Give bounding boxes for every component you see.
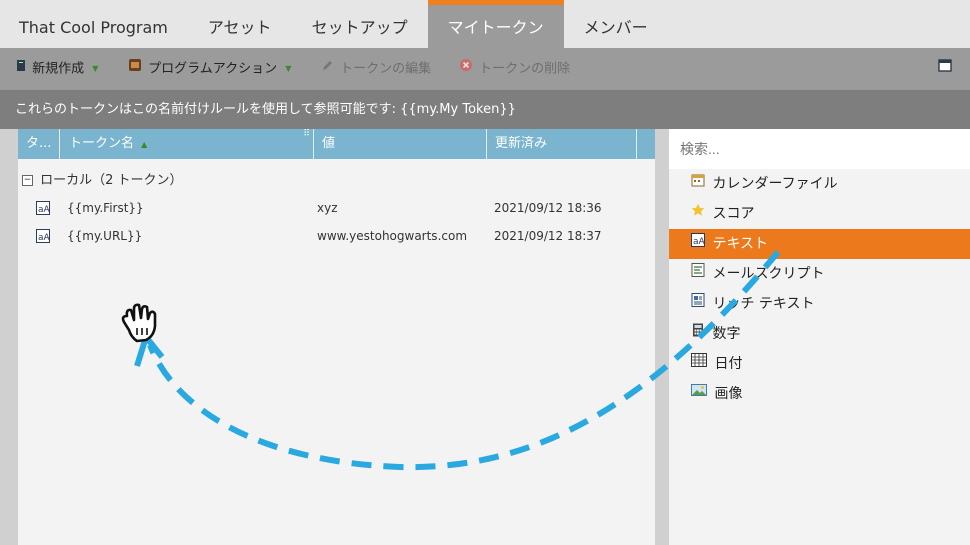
- program-action-label: プログラムアクション: [148, 61, 278, 77]
- palette-item-image[interactable]: 画像: [669, 379, 970, 409]
- column-token-name[interactable]: トークン名 ▲ ⠿: [60, 129, 314, 159]
- token-name: {{my.First}}: [67, 201, 144, 215]
- group-label: ローカル（2 トークン）: [40, 173, 183, 188]
- palette-item-label: 画像: [714, 386, 743, 402]
- palette-item-label: リッチ テキスト: [712, 296, 815, 312]
- svg-text:aA: aA: [693, 237, 705, 247]
- dropdown-arrow-icon: ▼: [92, 64, 99, 73]
- table-row[interactable]: aA {{my.URL}} www.yestohogwarts.com 2021…: [18, 222, 655, 250]
- new-button-label: 新規作成: [32, 61, 85, 77]
- token-updated: 2021/09/12 18:37: [494, 229, 602, 243]
- column-type[interactable]: タ...: [18, 129, 60, 159]
- calculator-icon: [691, 318, 705, 348]
- window-icon: [938, 48, 952, 90]
- token-name: {{my.URL}}: [67, 229, 143, 243]
- token-updated: 2021/09/12 18:36: [494, 201, 602, 215]
- svg-text:aA: aA: [38, 205, 50, 215]
- edit-token-label: トークンの編集: [340, 61, 432, 77]
- tab-my-tokens[interactable]: マイトークン: [427, 0, 564, 48]
- tab-setup[interactable]: セットアップ: [292, 0, 428, 48]
- program-action-button[interactable]: プログラムアクション ▼: [128, 48, 291, 90]
- tab-assets[interactable]: アセット: [188, 0, 292, 48]
- palette-item-label: テキスト: [712, 236, 769, 252]
- new-doc-icon: [16, 48, 26, 90]
- svg-text:aA: aA: [38, 233, 50, 243]
- palette-item-date[interactable]: 日付: [669, 349, 970, 379]
- column-resize-grip-icon[interactable]: ⠿: [303, 119, 310, 149]
- palette-item-email-script[interactable]: メールスクリプト: [669, 259, 970, 289]
- token-value: www.yestohogwarts.com: [317, 229, 468, 243]
- delete-token-button[interactable]: トークンの削除: [459, 48, 570, 90]
- maximize-button[interactable]: [938, 48, 954, 90]
- palette-item-text[interactable]: aA テキスト: [669, 229, 970, 259]
- tab-members[interactable]: メンバー: [564, 0, 668, 48]
- text-token-icon: aA: [36, 201, 51, 215]
- toolbar: 新規作成 ▼ プログラムアクション ▼ トークンの編集 トークンの削除: [0, 48, 970, 90]
- image-icon: [691, 378, 707, 408]
- column-updated[interactable]: 更新済み: [487, 129, 637, 159]
- collapse-icon[interactable]: −: [22, 175, 33, 186]
- new-button[interactable]: 新規作成 ▼: [16, 48, 98, 90]
- star-icon: [691, 198, 705, 228]
- top-tab-bar: That Cool Program アセット セットアップ マイトークン メンバ…: [0, 0, 970, 48]
- palette-item-label: 日付: [714, 356, 743, 372]
- text-token-icon: aA: [691, 228, 706, 258]
- script-icon: [691, 258, 705, 288]
- pencil-icon: [321, 48, 334, 90]
- date-grid-icon: [691, 348, 707, 378]
- group-local[interactable]: − ローカル（2 トークン）: [18, 169, 183, 188]
- palette-item-score[interactable]: スコア: [669, 199, 970, 229]
- column-value[interactable]: 値: [314, 129, 487, 159]
- column-token-name-label: トークン名: [69, 136, 135, 151]
- palette-item-label: 数字: [712, 326, 741, 342]
- rich-text-icon: [691, 288, 705, 318]
- palette-item-label: カレンダーファイル: [712, 176, 838, 192]
- edit-token-button[interactable]: トークンの編集: [321, 48, 431, 90]
- table-row[interactable]: aA {{my.First}} xyz 2021/09/12 18:36: [18, 194, 655, 222]
- palette-item-rich-text[interactable]: リッチ テキスト: [669, 289, 970, 319]
- token-type-palette: カレンダーファイル スコア aA テキスト メールスクリプト リッチ テキスト …: [669, 129, 970, 545]
- sort-ascending-icon: ▲: [141, 140, 148, 149]
- palette-item-label: メールスクリプト: [712, 266, 825, 282]
- palette-search-input[interactable]: [669, 129, 970, 169]
- token-value: xyz: [317, 201, 338, 215]
- program-action-icon: [128, 48, 142, 90]
- tab-program[interactable]: That Cool Program: [0, 0, 188, 48]
- token-table-panel: タ... トークン名 ▲ ⠿ 値 更新済み − ローカル（2 トークン） aA …: [18, 129, 655, 545]
- text-token-icon: aA: [36, 229, 51, 243]
- palette-item-number[interactable]: 数字: [669, 319, 970, 349]
- palette-item-calendar[interactable]: カレンダーファイル: [669, 169, 970, 199]
- dropdown-arrow-icon: ▼: [285, 64, 292, 73]
- palette-item-label: スコア: [712, 206, 755, 222]
- delete-icon: [459, 48, 473, 90]
- calendar-icon: [691, 168, 705, 198]
- table-header: タ... トークン名 ▲ ⠿ 値 更新済み: [18, 129, 655, 159]
- delete-token-label: トークンの削除: [479, 61, 571, 77]
- token-reference-notice: これらのトークンはこの名前付けルールを使用して参照可能です: {{my.My T…: [0, 90, 970, 129]
